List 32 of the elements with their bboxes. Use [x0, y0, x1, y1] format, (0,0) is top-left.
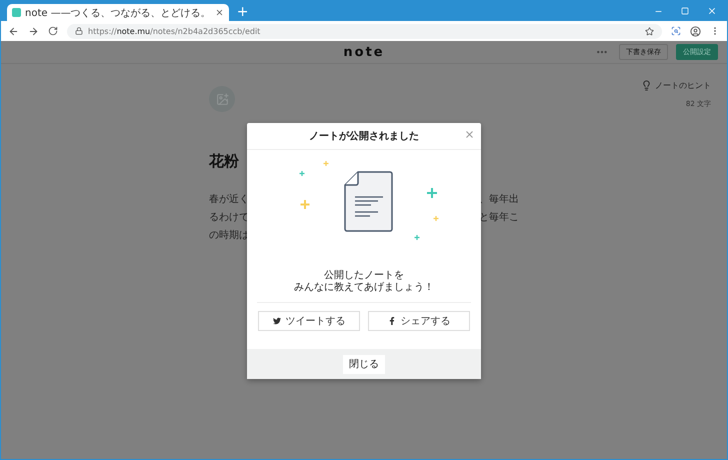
extension-icon[interactable] [671, 26, 681, 36]
image-plus-icon [216, 92, 228, 106]
dialog-message: 公開したノートを みんなに教えてあげましょう！ [257, 270, 471, 303]
more-button[interactable]: ••• [596, 48, 607, 56]
back-icon[interactable] [8, 26, 19, 36]
forward-icon[interactable] [28, 26, 39, 36]
tab-title: note ——つくる、つながる、とどける。 [25, 6, 211, 20]
dialog-title: ノートが公開されました [309, 130, 419, 143]
share-button[interactable]: シェアする [368, 311, 470, 331]
star-icon[interactable] [645, 26, 654, 36]
note-title: 花粉 [209, 152, 240, 171]
lightbulb-icon [641, 80, 652, 91]
body-text: 春が近く [209, 193, 249, 207]
new-tab-button[interactable]: + [236, 4, 248, 21]
reload-icon[interactable] [48, 26, 58, 36]
tweet-button[interactable]: ツイートする [258, 311, 360, 331]
hint-link[interactable]: ノートのヒント [655, 80, 711, 91]
address-field[interactable]: https://note.mu/notes/n2b4a2d365ccb/edit [67, 24, 662, 38]
lock-icon [75, 27, 83, 35]
logo[interactable]: note [343, 44, 385, 60]
close-icon[interactable] [214, 8, 224, 17]
body-text: と毎年こ [479, 211, 519, 225]
facebook-icon [388, 317, 396, 325]
site-icon [12, 8, 21, 17]
maximize-icon[interactable] [681, 7, 689, 15]
close-button[interactable]: 閉じる [343, 354, 385, 374]
body-text: 、毎年出 [479, 193, 519, 207]
profile-icon[interactable] [690, 26, 701, 36]
close-icon[interactable] [707, 6, 717, 16]
browser-tab[interactable]: note ——つくる、つながる、とどける。 [7, 4, 229, 21]
bird-icon [272, 317, 280, 325]
close-button[interactable] [464, 129, 475, 140]
